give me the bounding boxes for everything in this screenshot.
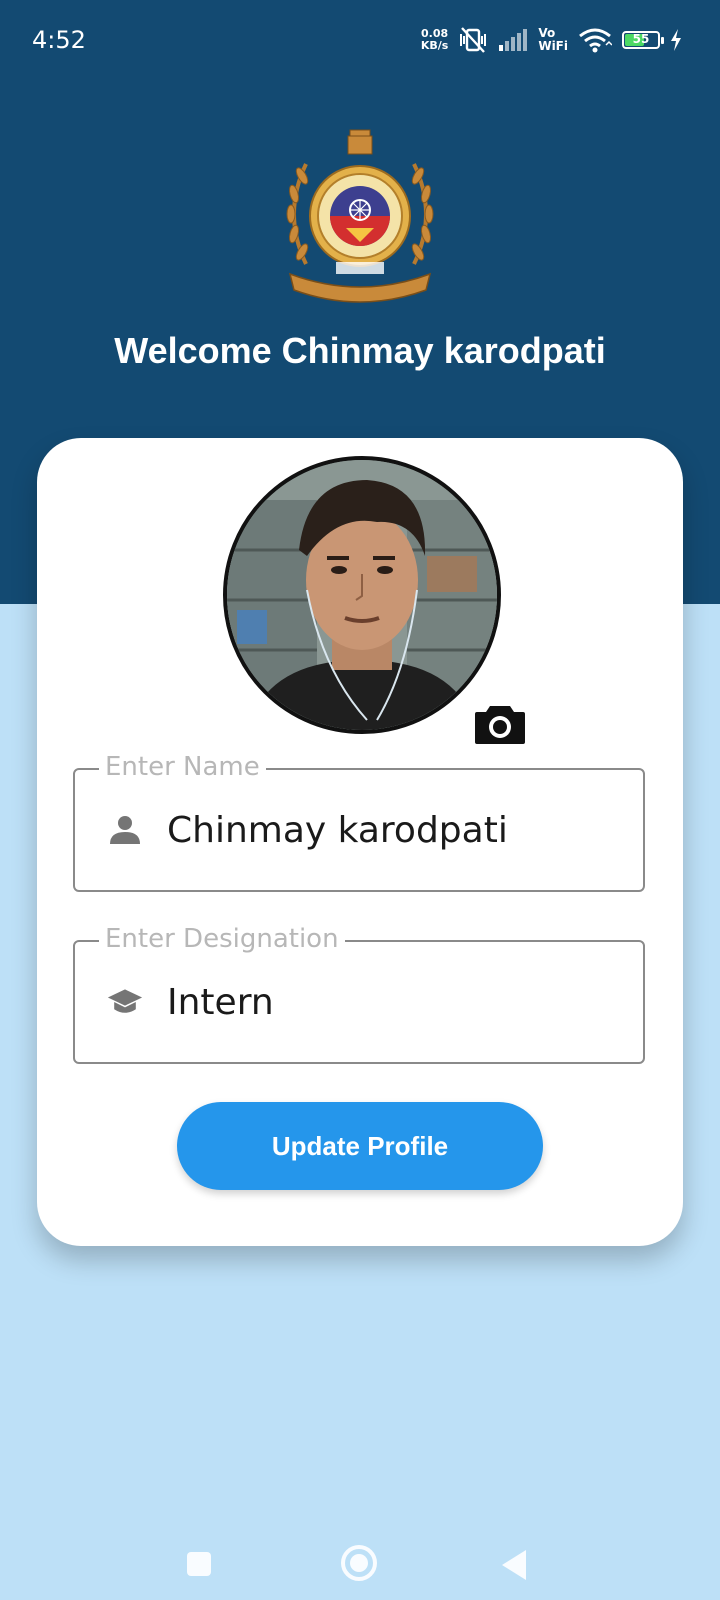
network-speed: 0.08 KB/s — [421, 28, 448, 52]
vowifi-indicator: Vo WiFi — [538, 27, 568, 53]
vibrate-off-icon — [460, 27, 487, 53]
person-icon — [110, 816, 140, 844]
network-speed-unit: KB/s — [420, 39, 449, 52]
designation-field-label: Enter Designation — [99, 924, 345, 954]
designation-input[interactable]: Intern — [167, 982, 274, 1023]
vowifi-bottom: WiFi — [538, 39, 568, 53]
system-nav-bar — [0, 1520, 720, 1600]
update-profile-button[interactable]: Update Profile — [177, 1102, 543, 1190]
back-triangle-icon[interactable] — [500, 1548, 528, 1582]
avatar-container — [223, 456, 525, 744]
recents-square-icon[interactable] — [185, 1550, 213, 1578]
welcome-heading: Welcome Chinmay karodpati — [114, 330, 606, 371]
wifi-icon — [579, 28, 612, 53]
battery-tip — [661, 37, 664, 44]
status-time: 4:52 — [32, 26, 86, 54]
profile-photo[interactable] — [223, 456, 501, 734]
institute-emblem — [286, 129, 434, 303]
battery-level: 55 — [632, 32, 650, 46]
battery-icon: 55 — [622, 31, 664, 49]
profile-card: Enter Name Chinmay karodpati Enter Desig… — [37, 438, 683, 1246]
cellular-signal-icon — [499, 29, 528, 51]
designation-field[interactable]: Enter Designation Intern — [73, 924, 645, 1064]
camera-icon[interactable] — [475, 702, 525, 746]
name-field[interactable]: Enter Name Chinmay karodpati — [73, 752, 645, 892]
status-bar: 4:52 0.08 KB/s Vo WiFi 55 — [0, 0, 720, 82]
graduation-cap-icon — [107, 989, 143, 1013]
profile-photo-image — [227, 460, 497, 730]
name-field-label: Enter Name — [99, 752, 266, 782]
status-icons: 0.08 KB/s Vo WiFi 55 — [421, 22, 682, 58]
home-circle-icon[interactable] — [339, 1543, 379, 1583]
name-input[interactable]: Chinmay karodpati — [167, 810, 508, 851]
charging-bolt-icon — [671, 29, 681, 51]
